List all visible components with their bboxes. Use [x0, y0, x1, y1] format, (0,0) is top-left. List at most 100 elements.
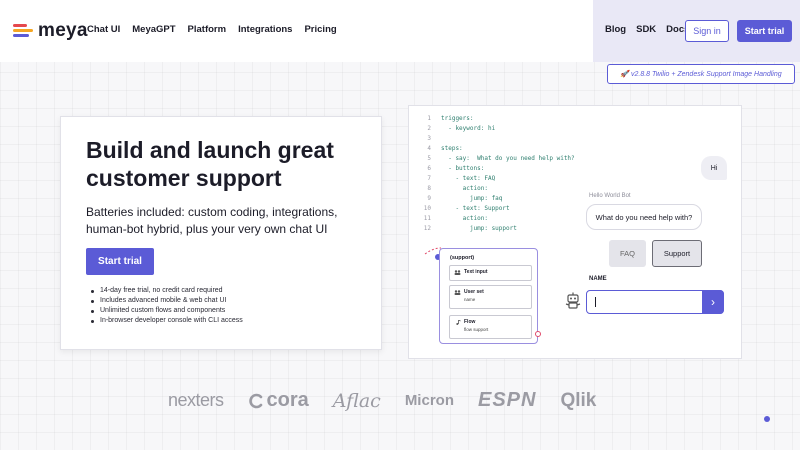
code-line: 7 - text: FAQ: [421, 174, 575, 184]
product-demo-panel: 1 triggers: 2 - keyword: hi 3 4 steps: 5 - say…: [408, 105, 742, 359]
feature-list: 14-day free trial, no credit card requir…: [91, 286, 243, 326]
code-text: jump: faq: [441, 195, 503, 202]
line-number: 6: [427, 165, 431, 172]
brand-logo-aflac: Aflac: [332, 389, 381, 412]
line-number: 11: [423, 215, 431, 222]
chat-launcher-button[interactable]: [764, 416, 770, 422]
feature-text: Unlimited custom flows and components: [100, 307, 226, 314]
text-cursor: [595, 297, 596, 307]
line-number: 5: [427, 155, 431, 162]
code-text: - say: What do you need help with?: [441, 155, 575, 162]
nav-item-platform[interactable]: Platform: [188, 24, 227, 35]
header-start-trial-button[interactable]: Start trial: [737, 20, 792, 42]
nav-item-blog[interactable]: Blog: [605, 24, 626, 35]
code-text: steps:: [441, 145, 463, 152]
brand-logo-cora: cora: [248, 389, 309, 412]
nav-item-pricing[interactable]: Pricing: [304, 24, 336, 35]
hero-start-trial-button[interactable]: Start trial: [86, 248, 154, 275]
flow-node-title: Flow: [464, 319, 476, 325]
feature-item: In-browser developer console with CLI ac…: [91, 316, 243, 326]
code-text: jump: support: [441, 225, 517, 232]
send-button[interactable]: ›: [702, 290, 724, 314]
robot-avatar-icon: [565, 292, 581, 309]
flow-node-subtitle: name: [464, 297, 476, 302]
nav-item-sdk[interactable]: SDK: [636, 24, 656, 35]
site-header: meya Chat UI MeyaGPT Platform Integratio…: [0, 0, 800, 62]
hero-subtitle: Batteries included: custom coding, integ…: [86, 205, 338, 236]
flow-node-subtitle: flow support: [464, 327, 489, 332]
bullet-icon: [91, 289, 94, 293]
flow-output-handle[interactable]: [535, 331, 541, 337]
code-line: 3: [421, 134, 575, 144]
line-number: 10: [423, 205, 431, 212]
code-text: - text: Support: [441, 205, 510, 212]
line-number: 3: [427, 135, 431, 142]
cora-mark-icon: [248, 393, 262, 408]
name-input[interactable]: ›: [586, 290, 724, 314]
release-announcement-link[interactable]: 🚀 v2.8.8 Twilio + Zendesk Support Image …: [607, 64, 795, 84]
feature-text: Includes advanced mobile & web chat UI: [100, 297, 227, 304]
feature-item: Unlimited custom flows and components: [91, 306, 243, 316]
feature-item: 14-day free trial, no credit card requir…: [91, 286, 243, 296]
people-icon: [454, 289, 461, 295]
line-number: 9: [427, 195, 431, 202]
line-number: 8: [427, 185, 431, 192]
sign-in-button[interactable]: Sign in: [685, 20, 729, 42]
code-line: 10 - text: Support: [421, 204, 575, 214]
main-nav: Chat UI MeyaGPT Platform Integrations Pr…: [87, 24, 349, 35]
flow-node-flow[interactable]: Flow flow support: [449, 315, 532, 339]
nav-item-chat-ui[interactable]: Chat UI: [87, 24, 120, 35]
code-text: - text: FAQ: [441, 175, 496, 182]
feature-text: In-browser developer console with CLI ac…: [100, 317, 243, 324]
people-icon: [454, 269, 461, 275]
nav-item-integrations[interactable]: Integrations: [238, 24, 292, 35]
code-line: 11 action:: [421, 214, 575, 224]
feature-item: Includes advanced mobile & web chat UI: [91, 296, 243, 306]
logo-wordmark: meya: [38, 20, 88, 41]
nav-item-meyagpt[interactable]: MeyaGPT: [132, 24, 175, 35]
flow-title: (support): [450, 255, 475, 261]
code-line: 5 - say: What do you need help with?: [421, 154, 575, 164]
line-number: 2: [427, 125, 431, 132]
line-number: 4: [427, 145, 431, 152]
chevron-right-icon: ›: [711, 295, 715, 309]
bot-name-label: Hello World Bot: [589, 193, 631, 199]
hero-title: Build and launch great customer support: [86, 137, 334, 191]
customer-logos: nexters cora Aflac Micron ESPN Qlik: [168, 389, 620, 412]
code-text: - keyword: hi: [441, 125, 496, 132]
brand-name: cora: [266, 389, 309, 411]
brand-logo-micron: Micron: [404, 392, 454, 409]
bot-chat-bubble: What do you need help with?: [586, 204, 702, 230]
code-line: 12 jump: support: [421, 224, 575, 234]
flow-node-user-set[interactable]: User set name: [449, 285, 532, 309]
code-line: 2 - keyword: hi: [421, 124, 575, 134]
feature-text: 14-day free trial, no credit card requir…: [100, 287, 223, 294]
bullet-icon: [91, 309, 94, 313]
code-text: triggers:: [441, 115, 474, 122]
flow-diagram: (support) Text input User set name Flow …: [439, 248, 538, 344]
hero-card: Build and launch great customer support …: [60, 116, 382, 350]
flow-node-title: Text input: [464, 269, 488, 275]
flow-node-text-input[interactable]: Text input: [449, 265, 532, 281]
code-text: action:: [441, 215, 488, 222]
line-number: 12: [423, 225, 431, 232]
code-text: - buttons:: [441, 165, 485, 172]
line-number: 1: [427, 115, 431, 122]
meya-logo[interactable]: meya: [13, 20, 88, 41]
quick-reply-faq-button[interactable]: FAQ: [609, 240, 646, 267]
code-line: 1 triggers:: [421, 114, 575, 124]
code-editor: 1 triggers: 2 - keyword: hi 3 4 steps: 5 - say…: [421, 114, 575, 234]
meya-logo-mark-icon: [13, 24, 33, 38]
code-text: action:: [441, 185, 488, 192]
bullet-icon: [91, 319, 94, 323]
line-number: 7: [427, 175, 431, 182]
brand-logo-nexters: nexters: [168, 390, 224, 410]
quick-reply-support-button[interactable]: Support: [652, 240, 702, 267]
flow-node-title: User set: [464, 289, 484, 295]
code-line: 9 jump: faq: [421, 194, 575, 204]
input-label: NAME: [589, 276, 607, 282]
bullet-icon: [91, 299, 94, 303]
code-line: 4 steps:: [421, 144, 575, 154]
user-chat-bubble: Hi: [701, 156, 727, 180]
code-line: 8 action:: [421, 184, 575, 194]
